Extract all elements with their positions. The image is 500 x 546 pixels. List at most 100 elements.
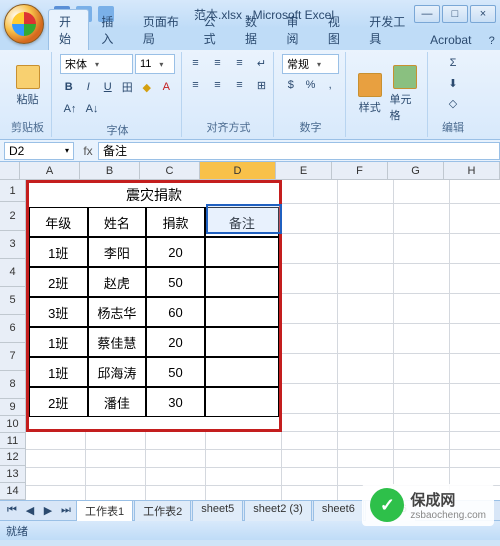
col-header-F[interactable]: F [332, 162, 388, 179]
ribbon-tab-插入[interactable]: 插入 [91, 10, 130, 50]
row-header-1[interactable]: 1 [0, 180, 26, 202]
ribbon-tab-审阅[interactable]: 审阅 [276, 10, 315, 50]
select-all-corner[interactable] [0, 162, 20, 179]
underline-button[interactable]: U [99, 78, 117, 96]
table-cell[interactable] [205, 267, 279, 297]
table-cell[interactable]: 2班 [29, 387, 88, 417]
sheet-nav-next[interactable]: ▶ [40, 503, 56, 519]
align-middle-button[interactable]: ≡ [208, 54, 228, 72]
merge-button[interactable]: ⊞ [252, 76, 272, 94]
table-cell[interactable] [205, 387, 279, 417]
table-cell[interactable]: 1班 [29, 237, 88, 267]
table-cell[interactable] [205, 357, 279, 387]
row-header-12[interactable]: 12 [0, 449, 26, 466]
ribbon-tab-视图[interactable]: 视图 [318, 10, 357, 50]
italic-button[interactable]: I [80, 78, 98, 96]
ribbon-tab-开始[interactable]: 开始 [48, 9, 89, 50]
wrap-text-button[interactable]: ↵ [252, 54, 272, 72]
table-cell[interactable] [205, 237, 279, 267]
sheet-tab[interactable]: sheet2 (3) [244, 500, 312, 521]
table-cell[interactable]: 50 [146, 267, 205, 297]
col-header-C[interactable]: C [140, 162, 200, 179]
percent-button[interactable]: % [302, 76, 320, 94]
row-header-4[interactable]: 4 [0, 259, 26, 287]
align-right-button[interactable]: ≡ [230, 76, 250, 94]
row-header-10[interactable]: 10 [0, 416, 26, 433]
sheet-tab[interactable]: 工作表1 [76, 500, 133, 521]
row-header-7[interactable]: 7 [0, 343, 26, 371]
sheet-nav-first[interactable]: ⏮ [4, 503, 20, 519]
comma-button[interactable]: , [321, 76, 339, 94]
row-header-11[interactable]: 11 [0, 433, 26, 450]
fill-color-button[interactable]: ◆ [138, 78, 156, 96]
align-top-button[interactable]: ≡ [186, 54, 206, 72]
sheet-nav-prev[interactable]: ◀ [22, 503, 38, 519]
row-header-6[interactable]: 6 [0, 315, 26, 343]
styles-button[interactable]: 样式 [354, 73, 386, 115]
autosum-button[interactable]: Σ [443, 54, 463, 72]
table-cell[interactable]: 1班 [29, 327, 88, 357]
row-header-13[interactable]: 13 [0, 466, 26, 483]
table-cell[interactable] [205, 327, 279, 357]
table-cell[interactable] [205, 297, 279, 327]
table-cell[interactable]: 李阳 [88, 237, 147, 267]
table-cell[interactable]: 赵虎 [88, 267, 147, 297]
table-cell[interactable]: 2班 [29, 267, 88, 297]
sheet-tab[interactable]: 工作表2 [134, 500, 191, 521]
ribbon-tab-Acrobat[interactable]: Acrobat [420, 30, 481, 50]
col-header-D[interactable]: D [200, 162, 276, 179]
ribbon-tab-数据[interactable]: 数据 [235, 10, 274, 50]
row-header-5[interactable]: 5 [0, 287, 26, 315]
col-header-G[interactable]: G [388, 162, 444, 179]
font-color-button[interactable]: A [158, 78, 176, 96]
row-header-8[interactable]: 8 [0, 371, 26, 399]
col-header-A[interactable]: A [20, 162, 80, 179]
maximize-button[interactable]: □ [442, 5, 468, 23]
col-header-H[interactable]: H [444, 162, 500, 179]
align-left-button[interactable]: ≡ [186, 76, 206, 94]
row-header-2[interactable]: 2 [0, 202, 26, 230]
font-name-select[interactable]: 宋体 [60, 54, 133, 74]
currency-button[interactable]: $ [282, 76, 300, 94]
formula-input[interactable]: 备注 [98, 142, 500, 160]
close-button[interactable]: × [470, 5, 496, 23]
table-cell[interactable]: 50 [146, 357, 205, 387]
col-header-E[interactable]: E [276, 162, 332, 179]
table-cell[interactable]: 3班 [29, 297, 88, 327]
shrink-font-button[interactable]: A↓ [82, 100, 102, 118]
align-bottom-button[interactable]: ≡ [230, 54, 250, 72]
ribbon-tab-公式[interactable]: 公式 [194, 10, 233, 50]
number-format-select[interactable]: 常规 [282, 54, 339, 74]
border-button[interactable]: 田 [119, 78, 137, 96]
row-header-9[interactable]: 9 [0, 399, 26, 416]
table-cell[interactable]: 30 [146, 387, 205, 417]
ribbon-tab-页面布局[interactable]: 页面布局 [133, 10, 192, 50]
row-header-3[interactable]: 3 [0, 231, 26, 259]
table-cell[interactable]: 杨志华 [88, 297, 147, 327]
office-button[interactable] [4, 4, 44, 44]
clear-button[interactable]: ◇ [443, 94, 463, 112]
name-box[interactable]: D2▾ [4, 142, 74, 160]
table-cell[interactable]: 潘佳 [88, 387, 147, 417]
row-header-14[interactable]: 14 [0, 483, 26, 500]
cell-selection[interactable] [206, 204, 282, 234]
fx-button[interactable]: fx [78, 144, 98, 158]
paste-button[interactable]: 粘贴 [10, 65, 45, 107]
align-center-button[interactable]: ≡ [208, 76, 228, 94]
sheet-tab[interactable]: sheet5 [192, 500, 243, 521]
ribbon-tab-开发工具[interactable]: 开发工具 [359, 10, 418, 50]
sheet-nav-last[interactable]: ⏭ [58, 503, 74, 519]
fill-button[interactable]: ⬇ [443, 74, 463, 92]
table-cell[interactable]: 60 [146, 297, 205, 327]
col-header-B[interactable]: B [80, 162, 140, 179]
bold-button[interactable]: B [60, 78, 78, 96]
table-cell[interactable]: 20 [146, 237, 205, 267]
cells-button[interactable]: 单元格 [390, 65, 422, 123]
table-cell[interactable]: 蔡佳慧 [88, 327, 147, 357]
table-cell[interactable]: 20 [146, 327, 205, 357]
spreadsheet-grid[interactable]: ABCDEFGH 1234567891011121314 震灾捐款年级姓名捐款备… [0, 162, 500, 500]
font-size-select[interactable]: 11 [135, 54, 175, 74]
help-button[interactable]: ? [483, 32, 500, 50]
sheet-tab[interactable]: sheet6 [313, 500, 364, 521]
table-cell[interactable]: 1班 [29, 357, 88, 387]
